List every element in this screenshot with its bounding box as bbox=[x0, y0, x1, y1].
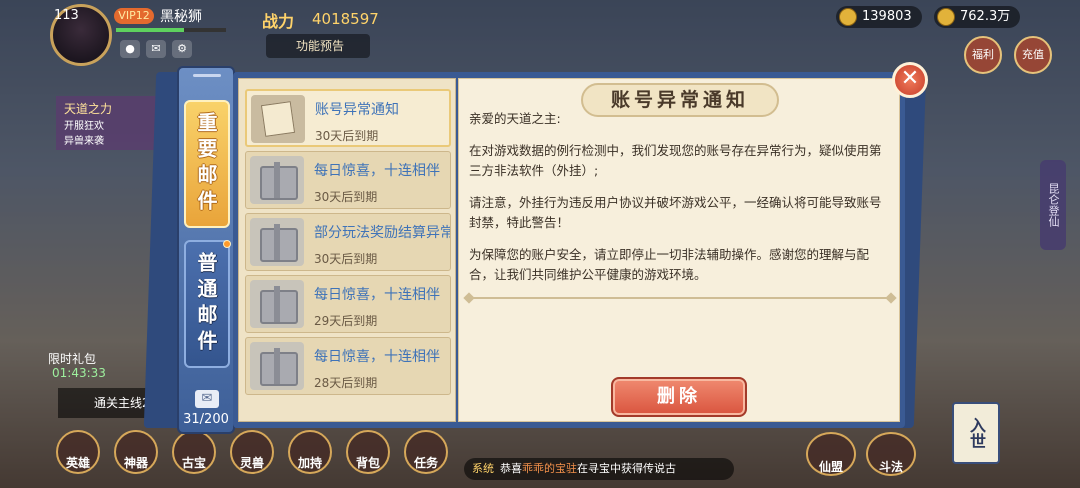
exp-bar bbox=[116, 28, 226, 32]
nav-backpack[interactable]: 背包 bbox=[346, 430, 390, 474]
side-event-tag[interactable]: 昆仑登仙 bbox=[1040, 160, 1066, 250]
chat-channel: 系统 bbox=[472, 462, 494, 475]
mail-detail-body: 亲爱的天道之主: 在对游戏数据的例行检测中，我们发现您的账号存在异常行为，疑似使… bbox=[469, 109, 893, 285]
nav-blessing[interactable]: 加持 bbox=[288, 430, 332, 474]
gold-icon bbox=[839, 8, 857, 26]
top-hud: 113 VIP12 黑秘狮 ● ✉ ⚙ 战力 4018597 功能预告 1398… bbox=[0, 0, 1080, 66]
chat-ticker[interactable]: 系统 恭喜乖乖的宝驻在寻宝中获得传说古 bbox=[464, 458, 734, 480]
mail-item[interactable]: 每日惊喜，十连相伴 29天后到期 bbox=[245, 275, 451, 333]
mail-item-expire: 30天后到期 bbox=[314, 252, 378, 266]
recharge-button[interactable]: 充值 bbox=[1014, 36, 1052, 74]
guild-button[interactable]: 仙盟 bbox=[806, 432, 856, 476]
ingot-icon bbox=[937, 8, 955, 26]
mail-item[interactable]: 账号异常通知 30天后到期 bbox=[245, 89, 451, 147]
rail-handle bbox=[193, 74, 221, 77]
content-divider bbox=[467, 297, 893, 299]
mail-item-title: 账号异常通知 bbox=[315, 102, 399, 118]
mail-greeting: 亲爱的天道之主: bbox=[469, 111, 561, 126]
paper-icon bbox=[251, 95, 305, 143]
nav-tasks[interactable]: 任务 bbox=[404, 430, 448, 474]
close-icon[interactable]: ✕ bbox=[892, 62, 928, 98]
nav-heroes[interactable]: 英雄 bbox=[56, 430, 100, 474]
mail-detail: 账号异常通知 亲爱的天道之主: 在对游戏数据的例行检测中，我们发现您的账号存在异… bbox=[458, 78, 900, 422]
tab-normal-mail[interactable]: 普通邮件 bbox=[184, 240, 230, 368]
limit-gift-label[interactable]: 限时礼包 bbox=[48, 350, 96, 367]
welfare-button[interactable]: 福利 bbox=[964, 36, 1002, 74]
ingot-value: 762.3万 bbox=[960, 9, 1011, 24]
power-value: 4018597 bbox=[312, 10, 379, 28]
mail-icon[interactable]: ✉ bbox=[146, 40, 166, 58]
event-banner-sub2: 异兽来袭 bbox=[64, 136, 104, 147]
mail-item-expire: 30天后到期 bbox=[314, 190, 378, 204]
ingot-counter: 762.3万 bbox=[934, 6, 1021, 28]
tab-important-mail[interactable]: 重要邮件 bbox=[184, 100, 230, 228]
gift-icon bbox=[250, 280, 304, 328]
fight-button[interactable]: 斗法 bbox=[866, 432, 916, 476]
chat-player-name: 乖乖的宝驻 bbox=[522, 462, 577, 475]
player-name: 黑秘狮 bbox=[160, 9, 202, 25]
gift-icon bbox=[250, 156, 304, 204]
event-banner-sub: 开服狂欢 bbox=[64, 121, 104, 132]
gift-icon bbox=[250, 218, 304, 266]
function-preview-button[interactable]: 功能预告 bbox=[266, 34, 370, 58]
delete-button[interactable]: 删除 bbox=[611, 377, 747, 417]
mail-item[interactable]: 部分玩法奖励结算异常 30天后到期 bbox=[245, 213, 451, 271]
mail-count: 31/200 bbox=[183, 412, 229, 427]
mail-paragraph-1: 在对游戏数据的例行检测中，我们发现您的账号存在异常行为，疑似使用第三方非法软件（… bbox=[469, 143, 882, 178]
mail-paragraph-3: 为保障您的账户安全，请立即停止一切非法辅助操作。感谢您的理解与配合，让我们共同维… bbox=[469, 247, 870, 282]
mail-item-title: 部分玩法奖励结算异常 bbox=[314, 225, 451, 241]
chat-suffix: 在寻宝中获得传说古 bbox=[577, 462, 676, 475]
mail-paragraph-2: 请注意，外挂行为违反用户协议并破坏游戏公平，一经确认将可能导致账号封禁，特此警告… bbox=[469, 195, 882, 230]
settings-icon[interactable]: ⚙ bbox=[172, 40, 192, 58]
nav-artifacts[interactable]: 神器 bbox=[114, 430, 158, 474]
exp-bar-fill bbox=[116, 28, 185, 32]
mail-item-title: 每日惊喜，十连相伴 bbox=[314, 287, 440, 303]
event-banner-title: 天道之力 bbox=[64, 102, 113, 116]
mail-list[interactable]: 账号异常通知 30天后到期 每日惊喜，十连相伴 30天后到期 部分玩法奖励结算异… bbox=[238, 78, 456, 422]
gold-value: 139803 bbox=[862, 9, 912, 24]
vip-badge: VIP12 bbox=[114, 8, 154, 24]
player-level: 113 bbox=[54, 8, 79, 23]
mail-item-expire: 28天后到期 bbox=[314, 376, 378, 390]
right-menu: 福利 充值 bbox=[964, 36, 1052, 74]
bottom-nav: 英雄 神器 古宝 灵兽 加持 背包 任务 bbox=[56, 430, 448, 474]
power-label: 战力 bbox=[262, 12, 295, 31]
limit-gift-timer: 01:43:33 bbox=[52, 366, 106, 380]
chat-prefix: 恭喜 bbox=[500, 462, 522, 475]
mail-item-title: 每日惊喜，十连相伴 bbox=[314, 163, 440, 179]
unread-dot bbox=[223, 240, 231, 248]
mail-item-title: 每日惊喜，十连相伴 bbox=[314, 349, 440, 365]
mail-tab-rail: 重要邮件 普通邮件 ✉ 31/200 bbox=[177, 66, 235, 434]
nav-treasures[interactable]: 古宝 bbox=[172, 430, 216, 474]
mail-item[interactable]: 每日惊喜，十连相伴 30天后到期 bbox=[245, 151, 451, 209]
nav-beasts[interactable]: 灵兽 bbox=[230, 430, 274, 474]
mail-item-expire: 29天后到期 bbox=[314, 314, 378, 328]
friends-icon[interactable]: ● bbox=[120, 40, 140, 58]
envelope-icon: ✉ bbox=[195, 390, 219, 408]
gift-icon bbox=[250, 342, 304, 390]
mail-item[interactable]: 每日惊喜，十连相伴 28天后到期 bbox=[245, 337, 451, 395]
scroll-button[interactable]: 入世 bbox=[952, 402, 1000, 464]
mail-item-expire: 30天后到期 bbox=[315, 129, 379, 143]
quick-icons: ● ✉ ⚙ bbox=[120, 40, 192, 58]
gold-counter: 139803 bbox=[836, 6, 922, 28]
